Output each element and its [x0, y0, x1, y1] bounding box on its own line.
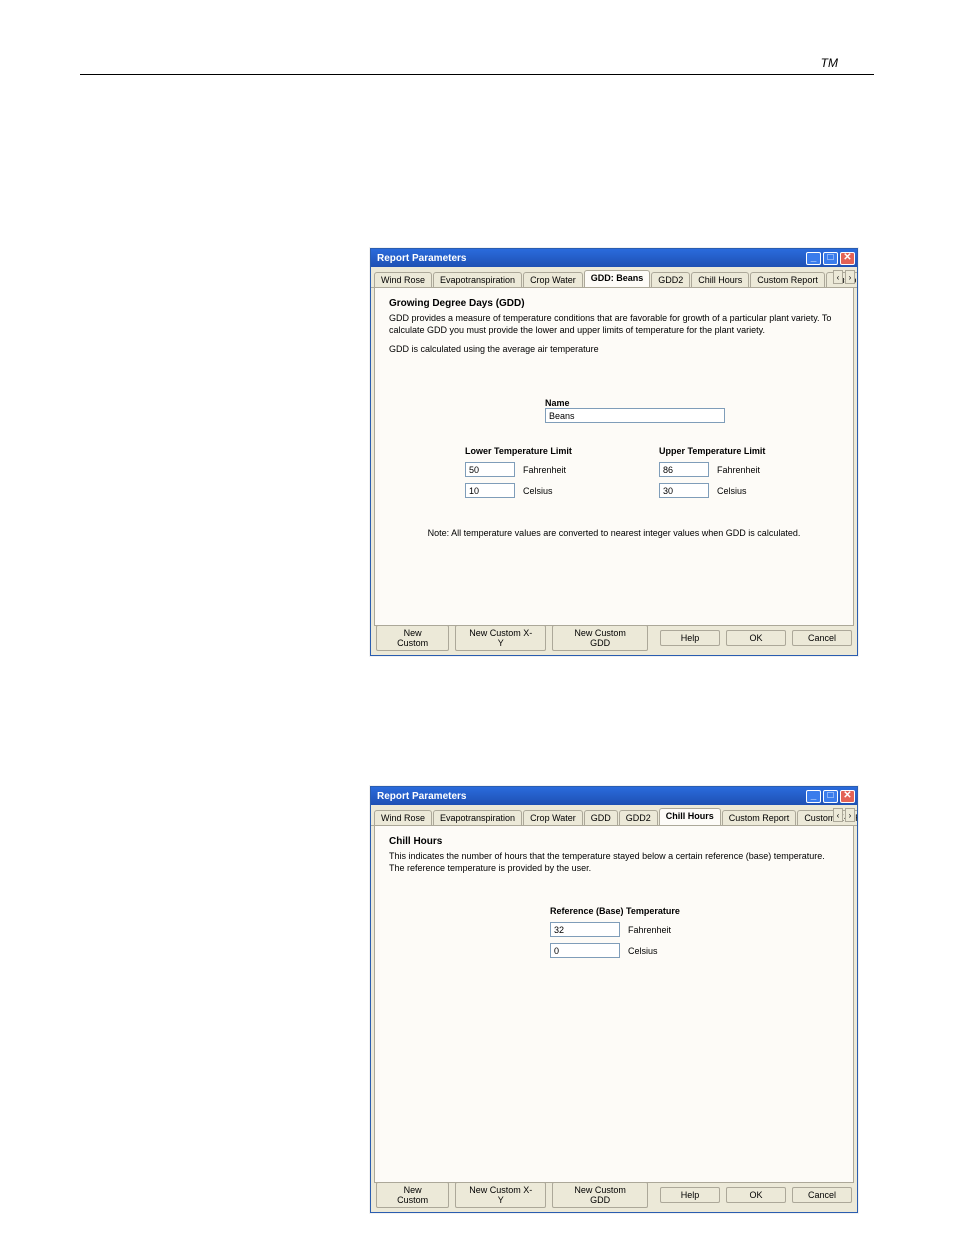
- button-bar: New Custom New Custom X-Y New Custom GDD…: [376, 1182, 852, 1208]
- chevron-left-icon: ‹: [837, 811, 840, 820]
- celsius-label: Celsius: [717, 486, 747, 496]
- tab-chill-hours[interactable]: Chill Hours: [691, 272, 749, 288]
- celsius-label: Celsius: [628, 946, 658, 956]
- button-bar: New Custom New Custom X-Y New Custom GDD…: [376, 625, 852, 651]
- titlebar: Report Parameters _ □ ✕: [371, 787, 857, 805]
- tab-scroll-right[interactable]: ›: [845, 270, 855, 284]
- tab-gdd2: GDD2: [619, 810, 658, 826]
- new-custom-xy-button[interactable]: New Custom X-Y: [455, 1182, 546, 1208]
- close-icon: ✕: [843, 253, 851, 263]
- help-button[interactable]: Help: [660, 1187, 720, 1203]
- tab-scroll-left[interactable]: ‹: [833, 270, 843, 284]
- minimize-button[interactable]: _: [806, 790, 821, 803]
- minimize-icon: _: [811, 253, 817, 263]
- window-title: Report Parameters: [377, 791, 804, 802]
- window-report-parameters-gdd: Report Parameters _ □ ✕ Wind Rose Evapot…: [370, 248, 858, 656]
- tab-wind-rose[interactable]: Wind Rose: [374, 272, 432, 288]
- ref-fahrenheit-input[interactable]: [550, 922, 620, 937]
- section-title-gdd: Growing Degree Days (GDD): [389, 298, 839, 309]
- trademark-text: TM: [821, 56, 838, 70]
- upper-fahrenheit-input[interactable]: [659, 462, 709, 477]
- tab-evapotranspiration[interactable]: Evapotranspiration: [433, 272, 522, 288]
- tab-scroll-right[interactable]: ›: [845, 808, 855, 822]
- tabs-row: Wind Rose Evapotranspiration Crop Water …: [371, 805, 857, 826]
- new-custom-xy-button[interactable]: New Custom X-Y: [455, 625, 546, 651]
- reference-temp-label: Reference (Base) Temperature: [550, 906, 680, 916]
- name-label: Name: [545, 398, 725, 408]
- tabs-row: Wind Rose Evapotranspiration Crop Water …: [371, 267, 857, 288]
- ok-button[interactable]: OK: [726, 1187, 786, 1203]
- new-custom-button[interactable]: New Custom: [376, 625, 449, 651]
- close-button[interactable]: ✕: [840, 252, 855, 265]
- gdd-desc-2: GDD is calculated using the average air …: [389, 344, 839, 356]
- new-custom-gdd-button[interactable]: New Custom GDD: [552, 625, 648, 651]
- maximize-icon: □: [827, 791, 833, 801]
- chevron-right-icon: ›: [849, 811, 852, 820]
- upper-limit-label: Upper Temperature Limit: [659, 446, 803, 456]
- close-icon: ✕: [843, 791, 851, 801]
- tab-panel-gdd: Growing Degree Days (GDD) GDD provides a…: [374, 288, 854, 626]
- close-button[interactable]: ✕: [840, 790, 855, 803]
- new-custom-gdd-button[interactable]: New Custom GDD: [552, 1182, 648, 1208]
- ref-celsius-input[interactable]: [550, 943, 620, 958]
- minimize-icon: _: [811, 791, 817, 801]
- chevron-left-icon: ‹: [837, 273, 840, 282]
- help-button[interactable]: Help: [660, 630, 720, 646]
- fahrenheit-label: Fahrenheit: [523, 465, 566, 475]
- lower-celsius-input[interactable]: [465, 483, 515, 498]
- upper-celsius-input[interactable]: [659, 483, 709, 498]
- tab-gdd[interactable]: GDD: [584, 810, 618, 826]
- window-title: Report Parameters: [377, 253, 804, 264]
- tab-crop-water[interactable]: Crop Water: [523, 272, 583, 288]
- titlebar: Report Parameters _ □ ✕: [371, 249, 857, 267]
- fahrenheit-label: Fahrenheit: [628, 925, 671, 935]
- gdd-desc-1: GDD provides a measure of temperature co…: [389, 313, 839, 336]
- cancel-button[interactable]: Cancel: [792, 630, 852, 646]
- gdd-note: Note: All temperature values are convert…: [375, 528, 853, 538]
- maximize-button[interactable]: □: [823, 790, 838, 803]
- cancel-button[interactable]: Cancel: [792, 1187, 852, 1203]
- lower-fahrenheit-input[interactable]: [465, 462, 515, 477]
- tab-crop-water[interactable]: Crop Water: [523, 810, 583, 826]
- new-custom-button[interactable]: New Custom: [376, 1182, 449, 1208]
- tab-gdd2[interactable]: GDD2: [651, 272, 690, 288]
- tab-gdd-beans[interactable]: GDD: Beans: [584, 270, 651, 287]
- tab-panel-chill: Chill Hours This indicates the number of…: [374, 826, 854, 1183]
- tab-custom-report[interactable]: Custom Report: [750, 272, 825, 288]
- tab-evapotranspiration[interactable]: Evapotranspiration: [433, 810, 522, 826]
- window-report-parameters-chill: Report Parameters _ □ ✕ Wind Rose Evapot…: [370, 786, 858, 1213]
- celsius-label: Celsius: [523, 486, 553, 496]
- tab-chill-hours[interactable]: Chill Hours: [659, 808, 721, 825]
- minimize-button[interactable]: _: [806, 252, 821, 265]
- header-rule: [80, 74, 874, 75]
- maximize-icon: □: [827, 253, 833, 263]
- fahrenheit-label: Fahrenheit: [717, 465, 760, 475]
- ok-button[interactable]: OK: [726, 630, 786, 646]
- maximize-button[interactable]: □: [823, 252, 838, 265]
- tab-custom-report[interactable]: Custom Report: [722, 810, 797, 826]
- chill-desc: This indicates the number of hours that …: [389, 851, 839, 874]
- chevron-right-icon: ›: [849, 273, 852, 282]
- tab-wind-rose[interactable]: Wind Rose: [374, 810, 432, 826]
- tab-scroll-left[interactable]: ‹: [833, 808, 843, 822]
- lower-limit-label: Lower Temperature Limit: [465, 446, 609, 456]
- name-input[interactable]: [545, 408, 725, 423]
- section-title-chill: Chill Hours: [389, 836, 839, 847]
